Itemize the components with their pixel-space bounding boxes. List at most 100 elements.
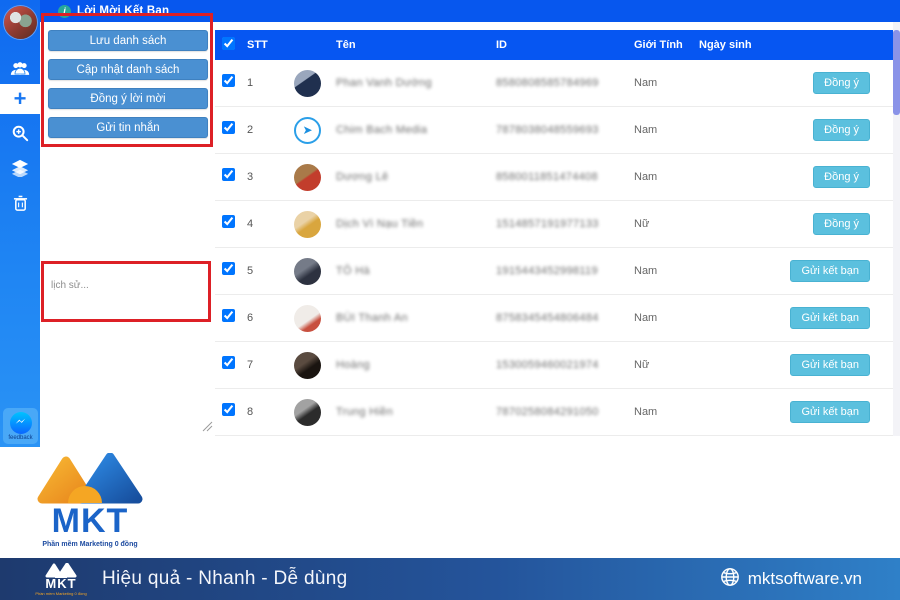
row-action-button[interactable]: Đồng ý bbox=[813, 213, 870, 235]
row-stt: 2 bbox=[243, 124, 288, 136]
row-id: 8580011851474408 bbox=[492, 171, 630, 183]
row-action-button[interactable]: Đồng ý bbox=[813, 166, 870, 188]
row-gender: Nữ bbox=[630, 218, 695, 230]
table-row: 7 Hoàng 1530059460021974 Nữ Gửi kết bạn bbox=[215, 342, 893, 389]
row-gender: Nam bbox=[630, 171, 695, 183]
footer-logo: MKT Phần mềm Marketing 0 đồng bbox=[38, 563, 84, 596]
row-name: Phan Vanh Dường bbox=[332, 77, 492, 89]
row-checkbox[interactable] bbox=[222, 262, 235, 275]
col-header-id: ID bbox=[492, 39, 630, 51]
row-id: 7878038048559693 bbox=[492, 124, 630, 136]
row-id: 1915443452998119 bbox=[492, 265, 630, 277]
row-name: BÙI Thanh An bbox=[332, 312, 492, 324]
row-gender: Nam bbox=[630, 312, 695, 324]
row-stt: 3 bbox=[243, 171, 288, 183]
row-stt: 1 bbox=[243, 77, 288, 89]
row-checkbox[interactable] bbox=[222, 356, 235, 369]
table-body: 1 Phan Vanh Dường 8580808585784969 Nam Đ… bbox=[215, 60, 893, 436]
user-avatar[interactable] bbox=[4, 6, 37, 39]
globe-icon bbox=[720, 567, 740, 592]
row-checkbox[interactable] bbox=[222, 215, 235, 228]
row-name: TÔ Hà bbox=[332, 265, 492, 277]
zoom-in-icon bbox=[11, 124, 29, 142]
footer-logo-text: MKT bbox=[45, 577, 76, 590]
row-id: 7870258084291050 bbox=[492, 406, 630, 418]
avatar bbox=[294, 352, 321, 379]
footer-slogan: Hiệu quả - Nhanh - Dễ dùng bbox=[102, 568, 347, 590]
info-icon[interactable]: i bbox=[58, 5, 71, 18]
table-scrollbar-thumb[interactable] bbox=[893, 30, 900, 115]
row-checkbox[interactable] bbox=[222, 121, 235, 134]
row-stt: 5 bbox=[243, 265, 288, 277]
accept-invites-button[interactable]: Đồng ý lời mời bbox=[48, 88, 208, 109]
col-header-name: Tên bbox=[332, 39, 492, 51]
row-action-button[interactable]: Đồng ý bbox=[813, 119, 870, 141]
avatar bbox=[294, 305, 321, 332]
sidebar-item-delete[interactable] bbox=[0, 190, 40, 216]
app-window: i Lời Mời Kết Bạn + bbox=[0, 0, 900, 600]
row-action-button[interactable]: Gửi kết bạn bbox=[790, 354, 870, 376]
update-list-button[interactable]: Cập nhật danh sách bbox=[48, 59, 208, 80]
feedback-messenger-button[interactable]: feedback bbox=[3, 408, 38, 444]
table-row: 8 Trung Hiền 7870258084291050 Nam Gửi kế… bbox=[215, 389, 893, 436]
row-id: 8580808585784969 bbox=[492, 77, 630, 89]
avatar: ➤ bbox=[294, 117, 321, 144]
resize-grip-icon[interactable] bbox=[202, 419, 213, 437]
row-name: Dịch Vì Nạu Tiền bbox=[332, 218, 492, 230]
avatar bbox=[294, 399, 321, 426]
table-row: 4 Dịch Vì Nạu Tiền 1514857191977133 Nữ Đ… bbox=[215, 201, 893, 248]
row-name: Trung Hiền bbox=[332, 406, 492, 418]
mkt-tagline: Phần mềm Marketing 0 đồng bbox=[30, 541, 150, 548]
row-stt: 8 bbox=[243, 406, 288, 418]
sidebar-item-friends[interactable] bbox=[0, 56, 40, 82]
row-action-button[interactable]: Gửi kết bạn bbox=[790, 307, 870, 329]
messenger-icon bbox=[10, 412, 32, 434]
col-header-stt: STT bbox=[243, 39, 288, 51]
send-message-button[interactable]: Gửi tin nhắn bbox=[48, 117, 208, 138]
footer-bar: MKT Phần mềm Marketing 0 đồng Hiệu quả -… bbox=[0, 558, 900, 600]
avatar bbox=[294, 70, 321, 97]
branding-area: MKT Phần mềm Marketing 0 đồng bbox=[0, 447, 900, 558]
row-name: Chim Bach Media bbox=[332, 124, 492, 136]
table-header-row: STT Tên ID Giới Tính Ngày sinh bbox=[215, 30, 893, 60]
row-gender: Nam bbox=[630, 124, 695, 136]
row-checkbox[interactable] bbox=[222, 168, 235, 181]
row-action-button[interactable]: Gửi kết bạn bbox=[790, 401, 870, 423]
mkt-logo-text: MKT bbox=[30, 504, 150, 538]
footer-website-text: mktsoftware.vn bbox=[748, 569, 862, 589]
row-stt: 4 bbox=[243, 218, 288, 230]
action-panel: Lưu danh sách Cập nhật danh sách Đồng ý … bbox=[48, 30, 208, 138]
save-list-button[interactable]: Lưu danh sách bbox=[48, 30, 208, 51]
history-log-textarea[interactable] bbox=[43, 264, 211, 430]
row-gender: Nam bbox=[630, 265, 695, 277]
row-checkbox[interactable] bbox=[222, 74, 235, 87]
row-id: 8758345454806484 bbox=[492, 312, 630, 324]
sidebar-item-search[interactable] bbox=[0, 120, 40, 146]
table-row: 1 Phan Vanh Dường 8580808585784969 Nam Đ… bbox=[215, 60, 893, 107]
row-stt: 6 bbox=[243, 312, 288, 324]
footer-website[interactable]: mktsoftware.vn bbox=[720, 567, 862, 592]
table-row: 5 TÔ Hà 1915443452998119 Nam Gửi kết bạn bbox=[215, 248, 893, 295]
avatar bbox=[294, 211, 321, 238]
row-checkbox[interactable] bbox=[222, 309, 235, 322]
row-checkbox[interactable] bbox=[222, 403, 235, 416]
row-action-button[interactable]: Gửi kết bạn bbox=[790, 260, 870, 282]
top-bar: i Lời Mời Kết Bạn bbox=[0, 0, 900, 22]
row-gender: Nam bbox=[630, 77, 695, 89]
footer-logo-sub: Phần mềm Marketing 0 đồng bbox=[35, 591, 86, 596]
trash-icon bbox=[13, 195, 28, 212]
avatar bbox=[294, 258, 321, 285]
feedback-label: feedback bbox=[8, 435, 32, 441]
table-scrollbar-track[interactable] bbox=[893, 22, 900, 436]
row-id: 1530059460021974 bbox=[492, 359, 630, 371]
sidebar-item-add[interactable]: + bbox=[0, 84, 40, 114]
sidebar-item-layers[interactable] bbox=[0, 155, 40, 181]
friend-request-table: STT Tên ID Giới Tính Ngày sinh 1 Phan Va… bbox=[215, 30, 893, 436]
plus-icon: + bbox=[14, 88, 27, 110]
row-action-button[interactable]: Đồng ý bbox=[813, 72, 870, 94]
row-name: Hoàng bbox=[332, 359, 492, 371]
sidebar: + bbox=[0, 0, 40, 447]
row-gender: Nam bbox=[630, 406, 695, 418]
table-row: 2 ➤ Chim Bach Media 7878038048559693 Nam… bbox=[215, 107, 893, 154]
select-all-checkbox[interactable] bbox=[222, 37, 235, 50]
